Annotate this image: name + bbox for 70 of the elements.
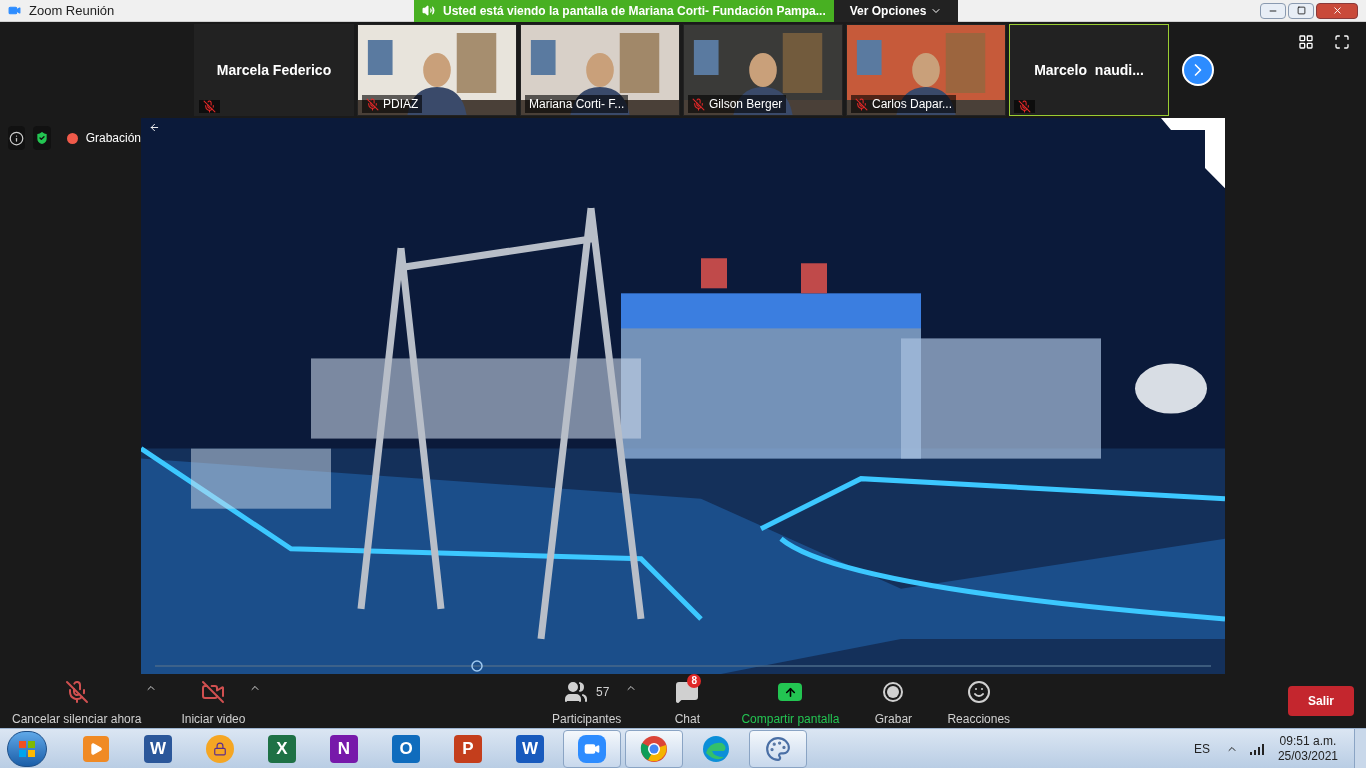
smiley-icon	[966, 680, 991, 704]
palette-icon	[765, 735, 791, 762]
restore-icon	[1296, 6, 1306, 15]
toolbar-button[interactable]: Compartir pantalla	[737, 674, 844, 728]
lock-icon	[206, 734, 234, 763]
recording-label: Grabación	[85, 130, 141, 147]
unread-badge: 8	[687, 674, 701, 688]
speaker-icon	[422, 4, 435, 17]
toolbar-button[interactable]: Reacciones	[943, 674, 1015, 728]
clock-time: 09:51 a.m.	[1279, 733, 1337, 749]
app-icon: W	[516, 734, 544, 763]
toolbar-button[interactable]: 8 Chat	[657, 674, 718, 728]
taskbar-app[interactable]: N	[315, 729, 373, 768]
shield-icon[interactable]	[33, 126, 51, 150]
participant-name: Mariana Corti- F...	[529, 96, 625, 113]
app-icon: W	[144, 734, 172, 763]
app-icon: X	[268, 734, 296, 763]
fullscreen-icon[interactable]	[1334, 34, 1350, 50]
app-icon: O	[392, 734, 420, 763]
close-icon	[1331, 5, 1343, 16]
minimize-button[interactable]	[1260, 2, 1286, 19]
signal-icon[interactable]	[1249, 742, 1266, 755]
toolbar-button[interactable]: 57 Participantes	[548, 674, 626, 728]
record-icon	[883, 682, 904, 702]
toolbar-button[interactable]: Iniciar video	[177, 674, 250, 728]
taskbar-app[interactable]	[749, 729, 807, 768]
window-title: Zoom Reunión	[29, 1, 115, 20]
participant-tile[interactable]: Carlos Dapar...	[846, 24, 1006, 116]
participant-name: Marcela Federico	[216, 60, 332, 80]
language-indicator[interactable]: ES	[1193, 739, 1210, 758]
banner-text: Usted está viendo la pantalla de Mariana Corti- Fundación Pampa...	[443, 2, 826, 20]
app-logo-icon	[8, 4, 21, 17]
video-camera-icon	[578, 734, 606, 763]
restore-button[interactable]	[1288, 2, 1314, 19]
participant-tile[interactable]: Marcela Federico	[194, 24, 354, 116]
participant-name: Marcelo naudi...	[1034, 60, 1144, 80]
next-page-button[interactable]	[1182, 54, 1214, 86]
taskbar-app[interactable]: W	[501, 729, 559, 768]
back-arrow-icon[interactable]	[149, 122, 160, 133]
start-button[interactable]	[7, 730, 47, 767]
play-icon	[83, 735, 109, 762]
participant-name: Gilson Berger	[709, 96, 783, 113]
participant-tile[interactable]: Gilson Berger	[683, 24, 843, 116]
windows-logo-icon	[17, 738, 37, 759]
view-options-button[interactable]: Ver Opciones	[833, 0, 959, 22]
taskbar-app[interactable]: O	[377, 729, 435, 768]
toolbar-button[interactable]: Cancelar silenciar ahora	[8, 674, 146, 728]
clock-date: 25/03/2021	[1277, 748, 1338, 764]
close-button[interactable]	[1316, 2, 1358, 19]
taskbar-app[interactable]: P	[439, 729, 497, 768]
browser-wave-icon	[702, 734, 730, 763]
participant-tile[interactable]: Marcelo naudi...	[1009, 24, 1169, 116]
participant-name: PDIAZ	[383, 96, 419, 113]
participant-tile[interactable]: PDIAZ	[357, 24, 517, 116]
participant-count: 57	[596, 684, 610, 701]
people-icon	[564, 680, 588, 704]
browser-icon	[640, 734, 668, 763]
toolbar-button[interactable]: Grabar	[863, 674, 924, 728]
participant-tile[interactable]: Mariana Corti- F...	[520, 24, 680, 116]
app-icon: N	[330, 734, 358, 763]
leave-button[interactable]: Salir	[1288, 686, 1354, 716]
gallery-view-icon[interactable]	[1298, 34, 1314, 50]
share-screen-icon	[778, 683, 803, 701]
taskbar-app[interactable]: W	[129, 729, 187, 768]
taskbar-app[interactable]	[625, 729, 683, 768]
app-icon: P	[454, 734, 482, 763]
taskbar-app[interactable]: X	[253, 729, 311, 768]
taskbar-app[interactable]	[563, 729, 621, 768]
participant-name: Carlos Dapar...	[872, 96, 953, 113]
info-icon[interactable]	[8, 126, 26, 150]
